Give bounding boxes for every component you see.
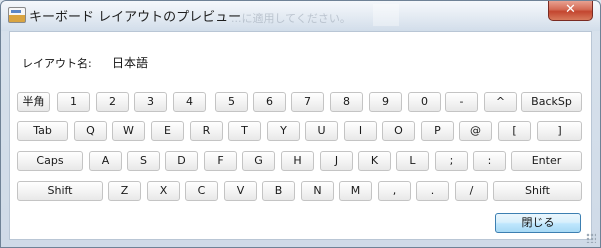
key-r[interactable]: R: [190, 121, 223, 141]
background-window-text: ...に適用してください。: [231, 12, 351, 25]
key-i[interactable]: I: [344, 121, 377, 141]
key-enter[interactable]: Enter: [511, 151, 582, 171]
key-j[interactable]: J: [320, 151, 353, 171]
key-period[interactable]: .: [416, 181, 449, 201]
key-colon[interactable]: :: [473, 151, 506, 171]
key-hankaku[interactable]: 半角: [17, 92, 50, 112]
key-q[interactable]: Q: [74, 121, 107, 141]
key-5[interactable]: 5: [215, 92, 248, 112]
key-9[interactable]: 9: [369, 92, 402, 112]
key-caret[interactable]: ^: [484, 92, 517, 112]
key-shift-right[interactable]: Shift: [493, 181, 582, 201]
key-close-bracket[interactable]: ]: [537, 121, 582, 141]
key-z[interactable]: Z: [108, 181, 141, 201]
key-c[interactable]: C: [185, 181, 218, 201]
key-at[interactable]: @: [459, 121, 492, 141]
close-window-button[interactable]: ✕: [548, 1, 593, 21]
key-f[interactable]: F: [204, 151, 237, 171]
key-g[interactable]: G: [242, 151, 275, 171]
layout-name-value: 日本語: [112, 56, 149, 70]
key-m[interactable]: M: [339, 181, 372, 201]
key-w[interactable]: W: [112, 121, 145, 141]
key-open-bracket[interactable]: [: [498, 121, 531, 141]
key-u[interactable]: U: [305, 121, 338, 141]
key-p[interactable]: P: [421, 121, 454, 141]
key-2[interactable]: 2: [96, 92, 129, 112]
key-d[interactable]: D: [165, 151, 198, 171]
key-semicolon[interactable]: ;: [435, 151, 468, 171]
title-bar[interactable]: キーボード レイアウトのプレビュー ...に適用してください。 ✕: [1, 1, 600, 31]
close-icon: ✕: [565, 2, 576, 17]
key-x[interactable]: X: [147, 181, 180, 201]
key-slash[interactable]: /: [455, 181, 488, 201]
key-a[interactable]: A: [89, 151, 122, 171]
window-title: キーボード レイアウトのプレビュー: [29, 10, 242, 25]
background-window-glimpse: [373, 4, 399, 26]
key-s[interactable]: S: [127, 151, 160, 171]
key-0[interactable]: 0: [408, 92, 441, 112]
key-o[interactable]: O: [382, 121, 415, 141]
key-comma[interactable]: ,: [378, 181, 411, 201]
close-button[interactable]: 閉じる: [495, 213, 581, 233]
keyboard-app-icon: [8, 7, 26, 23]
key-k[interactable]: K: [358, 151, 391, 171]
key-caps[interactable]: Caps: [17, 151, 83, 171]
key-t[interactable]: T: [228, 121, 261, 141]
key-v[interactable]: V: [224, 181, 257, 201]
key-b[interactable]: B: [262, 181, 295, 201]
key-4[interactable]: 4: [173, 92, 206, 112]
key-3[interactable]: 3: [134, 92, 167, 112]
key-tab[interactable]: Tab: [17, 121, 68, 141]
key-backspace[interactable]: BackSp: [521, 92, 582, 112]
key-8[interactable]: 8: [330, 92, 363, 112]
key-e[interactable]: E: [151, 121, 184, 141]
key-6[interactable]: 6: [253, 92, 286, 112]
resize-grip-icon[interactable]: [586, 233, 596, 243]
key-1[interactable]: 1: [57, 92, 90, 112]
key-h[interactable]: H: [281, 151, 314, 171]
keyboard-preview-window: キーボード レイアウトのプレビュー ...に適用してください。 ✕ レイアウト名…: [0, 0, 601, 248]
key-n[interactable]: N: [301, 181, 334, 201]
key-l[interactable]: L: [396, 151, 429, 171]
key-7[interactable]: 7: [291, 92, 324, 112]
key-y[interactable]: Y: [267, 121, 300, 141]
layout-name-label: レイアウト名:: [22, 57, 92, 70]
key-minus[interactable]: -: [445, 92, 478, 112]
key-shift-left[interactable]: Shift: [17, 181, 103, 201]
